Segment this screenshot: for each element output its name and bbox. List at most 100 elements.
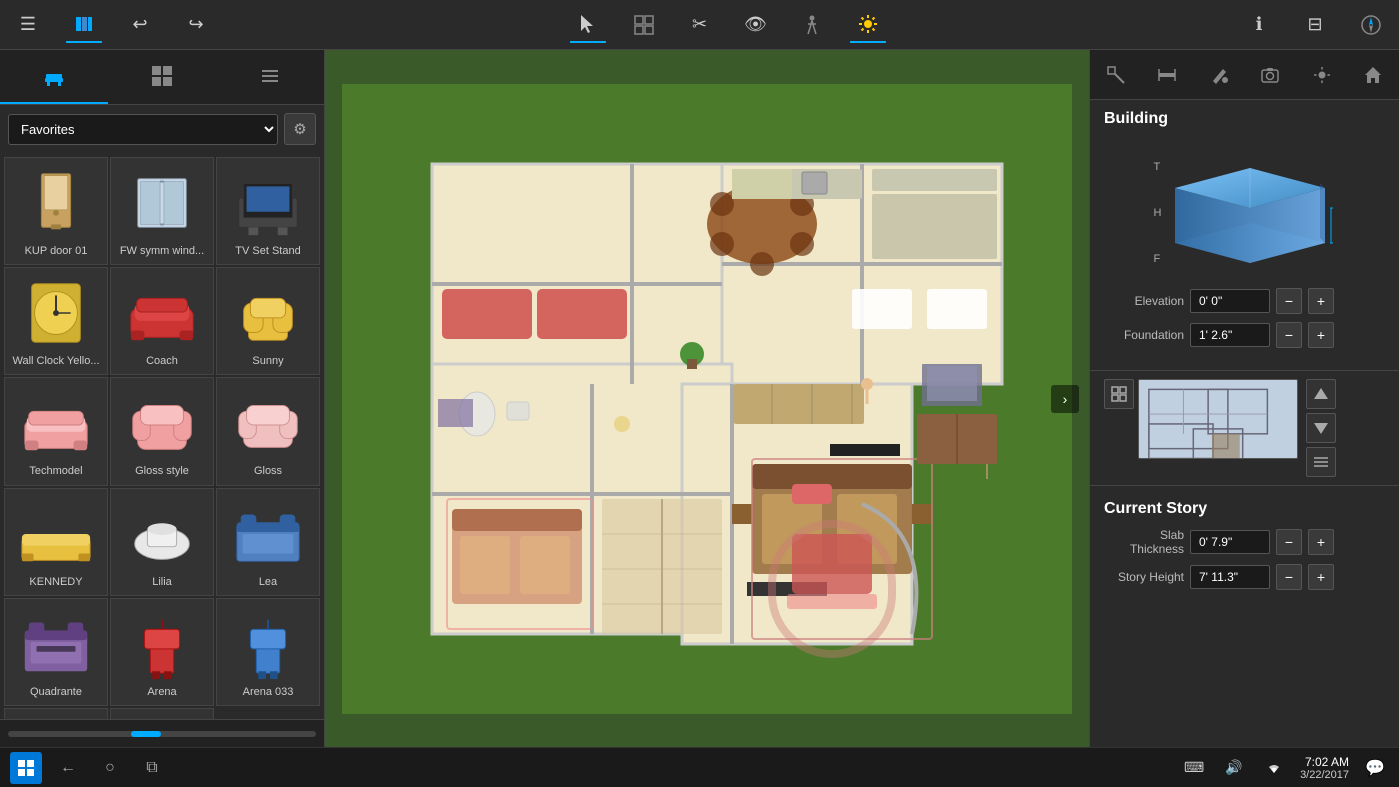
list-item[interactable]: Lilia xyxy=(110,488,214,596)
label-f: F xyxy=(1154,253,1162,265)
volume-icon[interactable]: 🔊 xyxy=(1220,754,1248,782)
building-section: Building T H F xyxy=(1090,100,1399,366)
foundation-row: Foundation − + xyxy=(1104,322,1385,348)
floor-grid-icon[interactable] xyxy=(1104,379,1134,409)
list-tab[interactable] xyxy=(216,50,324,104)
light-tab[interactable] xyxy=(1296,50,1348,99)
slab-thickness-input[interactable] xyxy=(1190,530,1270,554)
keyboard-icon[interactable]: ⌨ xyxy=(1180,754,1208,782)
list-item[interactable]: Arena 033 xyxy=(216,598,320,706)
category-dropdown[interactable]: Favorites All Items Recent xyxy=(8,114,278,145)
current-story-section: Current Story Slab Thickness − + Story H… xyxy=(1090,490,1399,608)
info-icon[interactable]: ℹ xyxy=(1241,7,1277,43)
view-icon[interactable]: 👁 xyxy=(738,7,774,43)
elevation-increment[interactable]: + xyxy=(1308,288,1334,314)
paint-tab[interactable] xyxy=(1193,50,1245,99)
slab-increment[interactable]: + xyxy=(1308,529,1334,555)
top-toolbar: ☰ ↩ ↪ ✂ 👁 ℹ ⊟ xyxy=(0,0,1399,50)
home-button[interactable]: ○ xyxy=(94,752,126,784)
foundation-increment[interactable]: + xyxy=(1308,322,1334,348)
multitask-button[interactable]: ⧉ xyxy=(136,752,168,784)
network-icon[interactable] xyxy=(1260,754,1288,782)
list-item[interactable]: KENNEDY xyxy=(4,488,108,596)
floor-plan-svg xyxy=(342,84,1072,714)
elevation-input[interactable] xyxy=(1190,289,1270,313)
story-height-input[interactable] xyxy=(1190,565,1270,589)
home-settings-tab[interactable] xyxy=(1348,50,1399,99)
floor-plan-canvas[interactable]: › xyxy=(325,50,1089,747)
item-label: KENNEDY xyxy=(29,576,82,589)
group-icon[interactable] xyxy=(626,7,662,43)
select-mode-tab[interactable] xyxy=(1090,50,1142,99)
floor-plan-mini-view[interactable] xyxy=(1138,379,1298,459)
list-item[interactable]: Techmodel xyxy=(4,377,108,485)
list-item[interactable]: Gloss xyxy=(216,377,320,485)
elevation-label: Elevation xyxy=(1104,294,1184,308)
sun-icon[interactable] xyxy=(850,7,886,43)
walk-icon[interactable] xyxy=(794,7,830,43)
list-item[interactable]: Sunny xyxy=(216,267,320,375)
notification-button[interactable]: 💬 xyxy=(1361,754,1389,782)
back-button[interactable]: ← xyxy=(52,752,84,784)
taskbar-left: ← ○ ⧉ xyxy=(10,752,168,784)
list-item[interactable]: Arena xyxy=(110,598,214,706)
library-icon[interactable] xyxy=(66,7,102,43)
undo-icon[interactable]: ↩ xyxy=(122,7,158,43)
story-height-decrement[interactable]: − xyxy=(1276,564,1302,590)
building-labels: T H F xyxy=(1154,153,1162,273)
clock-area[interactable]: 7:02 AM 3/22/2017 xyxy=(1300,755,1349,781)
item-label: Lilia xyxy=(152,576,172,589)
story-height-increment[interactable]: + xyxy=(1308,564,1334,590)
settings-button[interactable]: ⚙ xyxy=(284,113,316,145)
list-item[interactable]: Wall Clock Yello... xyxy=(4,267,108,375)
list-item[interactable]: KUP door 01 xyxy=(4,157,108,265)
redo-icon[interactable]: ↪ xyxy=(178,7,214,43)
divider-2 xyxy=(1090,485,1399,486)
floor-view-list[interactable] xyxy=(1306,447,1336,477)
item-label: Gloss style xyxy=(135,465,189,478)
building-3d-svg: E xyxy=(1165,148,1335,278)
cut-icon[interactable]: ✂ xyxy=(682,7,718,43)
left-tabs xyxy=(0,50,324,105)
camera-tab[interactable] xyxy=(1245,50,1297,99)
floor-view-down[interactable] xyxy=(1306,413,1336,443)
list-item[interactable]: Lea xyxy=(216,488,320,596)
scroll-track xyxy=(8,731,316,737)
item-label: Coach xyxy=(146,355,178,368)
menu-icon[interactable]: ☰ xyxy=(10,7,46,43)
item-label: Arena xyxy=(147,686,176,699)
expand-panel-button[interactable]: › xyxy=(1051,385,1079,413)
furniture-tab[interactable] xyxy=(0,50,108,104)
foundation-decrement[interactable]: − xyxy=(1276,322,1302,348)
list-item[interactable]: Gloss style xyxy=(110,377,214,485)
slab-thickness-label: Slab Thickness xyxy=(1104,528,1184,556)
measure-tab[interactable] xyxy=(1142,50,1194,99)
foundation-label: Foundation xyxy=(1104,328,1184,342)
list-item[interactable]: TV Set Stand xyxy=(216,157,320,265)
item-label: Wall Clock Yello... xyxy=(12,355,99,368)
list-item[interactable]: FW symm wind... xyxy=(110,157,214,265)
horizontal-scrollbar[interactable] xyxy=(0,719,324,747)
list-item[interactable] xyxy=(110,708,214,719)
layout-icon[interactable]: ⊟ xyxy=(1297,7,1333,43)
taskbar-right: ⌨ 🔊 7:02 AM 3/22/2017 💬 xyxy=(1180,754,1389,782)
list-item[interactable]: Quadrante xyxy=(4,598,108,706)
clock-date: 3/22/2017 xyxy=(1300,769,1349,781)
slab-thickness-row: Slab Thickness − + xyxy=(1104,528,1385,556)
building-3d-preview: T H F xyxy=(1104,138,1385,288)
floor-view-up[interactable] xyxy=(1306,379,1336,409)
story-height-label: Story Height xyxy=(1104,570,1184,584)
item-label: Quadrante xyxy=(30,686,82,699)
compass-icon[interactable] xyxy=(1353,7,1389,43)
elevation-decrement[interactable]: − xyxy=(1276,288,1302,314)
item-label: FW symm wind... xyxy=(120,245,204,258)
material-tab[interactable] xyxy=(108,50,216,104)
list-item[interactable] xyxy=(4,708,108,719)
select-icon[interactable] xyxy=(570,7,606,43)
foundation-input[interactable] xyxy=(1190,323,1270,347)
building-title: Building xyxy=(1104,110,1385,128)
start-button[interactable] xyxy=(10,752,42,784)
slab-decrement[interactable]: − xyxy=(1276,529,1302,555)
taskbar: ← ○ ⧉ ⌨ 🔊 7:02 AM 3/22/2017 💬 xyxy=(0,747,1399,787)
list-item[interactable]: Coach xyxy=(110,267,214,375)
